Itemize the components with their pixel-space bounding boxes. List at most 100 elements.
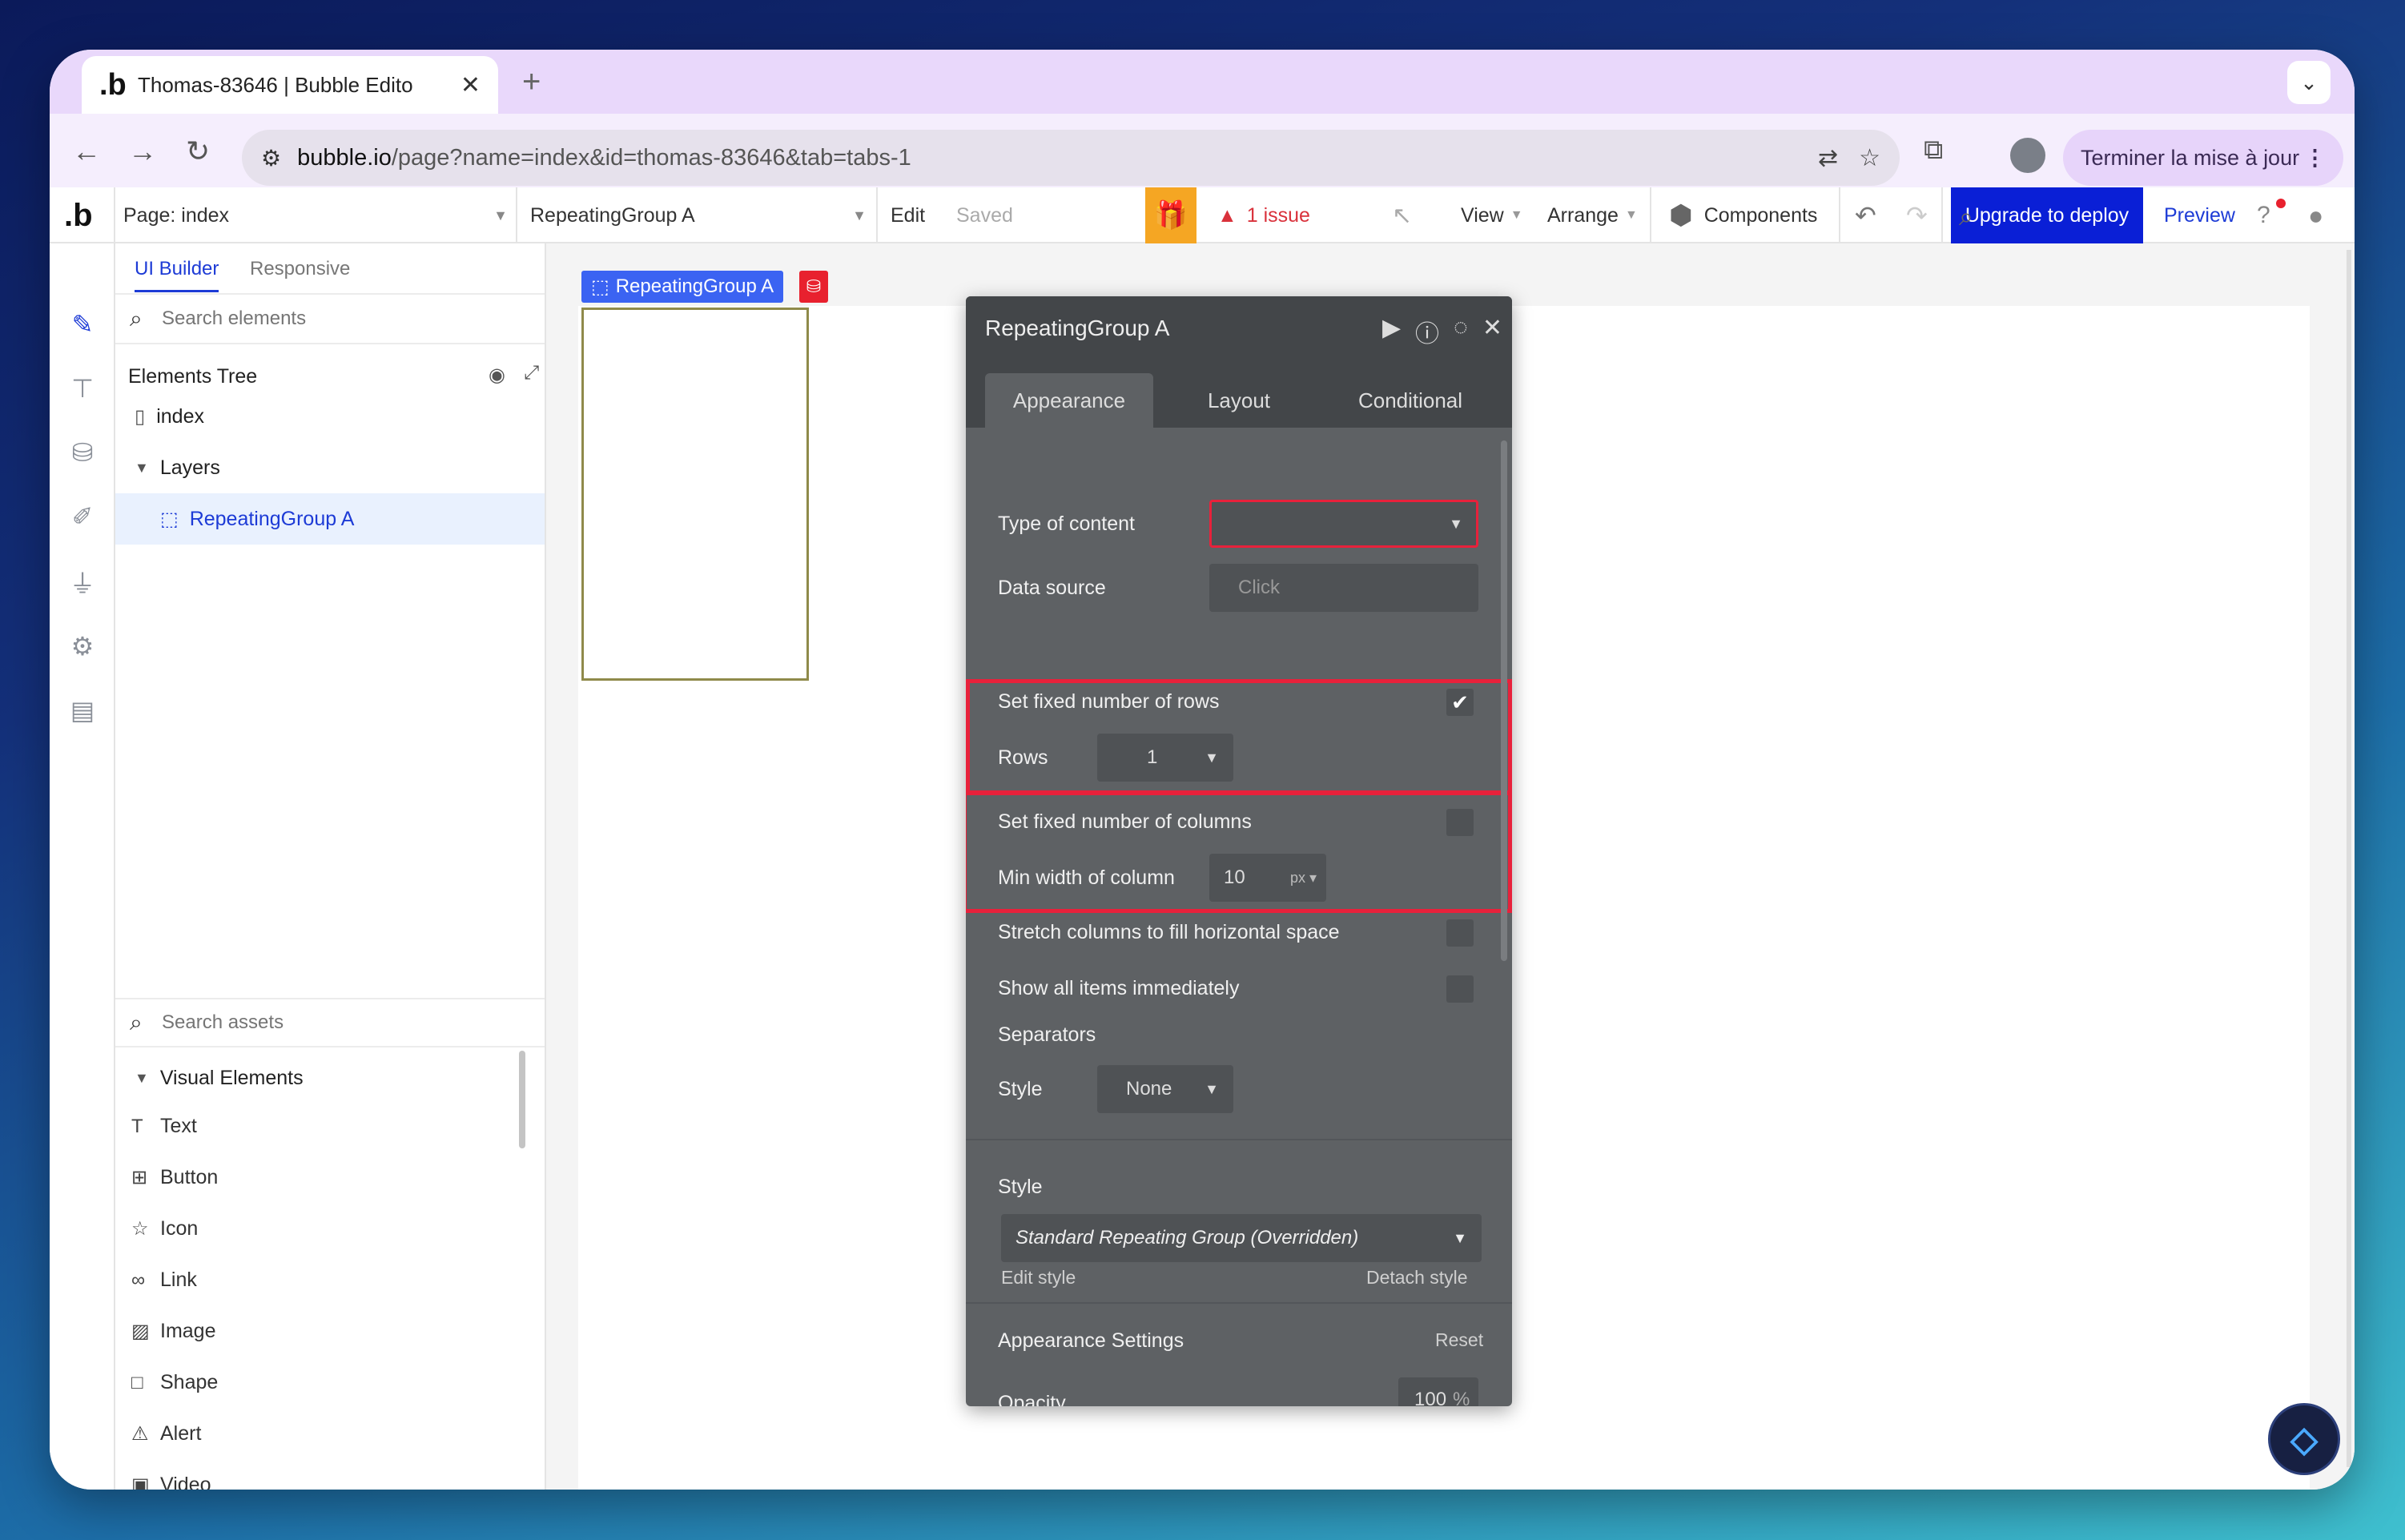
eye-icon[interactable]: ◉: [489, 364, 505, 387]
redo-icon[interactable]: ↷: [1906, 187, 1928, 243]
caret-down-icon[interactable]: ▼: [135, 1070, 149, 1087]
data-icon[interactable]: ⛁: [67, 437, 98, 468]
tree-index-label: index: [156, 404, 204, 428]
plugins-icon[interactable]: ⏚: [67, 567, 98, 598]
fixed-rows-checkbox[interactable]: ✔: [1446, 689, 1474, 716]
visual-element-image[interactable]: ▨ Image: [131, 1320, 215, 1343]
arrange-menu[interactable]: Arrange ▼: [1547, 187, 1638, 243]
unit-selector[interactable]: px ▾: [1290, 870, 1317, 887]
bubble-logo-icon[interactable]: .b: [64, 187, 104, 243]
more-menu-icon[interactable]: ⋮: [2304, 146, 2326, 171]
search-assets-input[interactable]: [162, 1011, 482, 1034]
data-source-field[interactable]: Click: [1209, 564, 1478, 612]
cursor-icon[interactable]: ↖: [1392, 187, 1412, 243]
min-width-input[interactable]: 10 px ▾: [1209, 854, 1326, 902]
style-dropdown[interactable]: Standard Repeating Group (Overridden) ▼: [1001, 1214, 1482, 1262]
visual-element-button[interactable]: ⊞ Button: [131, 1166, 218, 1189]
property-editor-scrollbar[interactable]: [1501, 440, 1507, 961]
help-icon[interactable]: ?: [2257, 187, 2286, 243]
visual-element-link[interactable]: ∞ Link: [131, 1269, 197, 1292]
logs-document-icon[interactable]: ▤: [67, 695, 98, 726]
account-icon[interactable]: ●: [2308, 187, 2323, 243]
issues-button[interactable]: ▲ 1 issue: [1217, 187, 1310, 243]
tab-layout[interactable]: Layout: [1163, 373, 1315, 428]
stretch-columns-checkbox[interactable]: [1446, 919, 1474, 947]
close-icon[interactable]: ✕: [1482, 314, 1502, 349]
visual-element-icon[interactable]: ☆ Icon: [131, 1217, 198, 1240]
canvas-scrollbar[interactable]: [2347, 250, 2351, 1467]
comment-icon[interactable]: ◌: [1454, 314, 1468, 349]
repeating-group-box[interactable]: [581, 308, 809, 681]
address-bar[interactable]: ⚙ bubble.io/page?name=index&id=thomas-83…: [242, 130, 1900, 186]
site-settings-icon[interactable]: ⚙: [261, 145, 281, 171]
reload-icon[interactable]: ↻: [186, 135, 210, 168]
tab-search-chevron-icon[interactable]: ⌄: [2287, 61, 2331, 104]
play-icon[interactable]: ▶: [1382, 314, 1401, 349]
tab-title: Thomas-83646 | Bubble Edito: [138, 72, 413, 97]
cube-icon: ⬢: [1669, 200, 1693, 231]
visual-elements-header[interactable]: ▼ Visual Elements: [115, 1052, 545, 1104]
preview-button[interactable]: Preview: [2164, 187, 2235, 243]
browser-tab[interactable]: .b Thomas-83646 | Bubble Edito ✕: [82, 56, 498, 114]
tab-responsive[interactable]: Responsive: [250, 258, 350, 280]
separator-style-dropdown[interactable]: None ▼: [1097, 1065, 1233, 1113]
visual-element-label: Icon: [160, 1217, 199, 1240]
edit-menu[interactable]: Edit: [891, 187, 925, 243]
workflow-icon[interactable]: ⊤: [67, 373, 98, 404]
tree-layers-label: Layers: [159, 456, 220, 479]
opacity-input[interactable]: 100 %: [1398, 1377, 1478, 1406]
divider: [1650, 187, 1651, 243]
visual-element-shape[interactable]: □ Shape: [131, 1371, 218, 1394]
edit-style-link[interactable]: Edit style: [1001, 1267, 1076, 1289]
design-tab-icon[interactable]: ✎: [67, 309, 98, 340]
detach-style-link[interactable]: Detach style: [1366, 1267, 1468, 1289]
fixed-columns-label: Set fixed number of columns: [998, 810, 1252, 833]
left-panel-scrollbar[interactable]: [519, 1051, 525, 1148]
rows-dropdown[interactable]: 1 ▼: [1097, 734, 1233, 782]
undo-icon[interactable]: ↶: [1855, 187, 1876, 243]
search-elements-input[interactable]: [162, 308, 482, 330]
visual-element-label: Link: [160, 1269, 197, 1291]
visual-element-video[interactable]: ▣ Video: [131, 1474, 211, 1490]
visual-element-text[interactable]: T Text: [131, 1115, 197, 1138]
extensions-icon[interactable]: ⧉: [1924, 135, 1943, 166]
database-icon[interactable]: ⛁: [799, 271, 828, 303]
tab-conditional[interactable]: Conditional: [1326, 373, 1494, 428]
opacity-value: 100: [1414, 1389, 1447, 1406]
page-selector[interactable]: Page: index ▼: [123, 187, 508, 243]
bookmark-star-icon[interactable]: ☆: [1859, 144, 1880, 172]
saved-status: Saved: [956, 187, 1013, 243]
type-of-content-dropdown[interactable]: ▼: [1209, 500, 1478, 548]
reset-link[interactable]: Reset: [1435, 1329, 1483, 1351]
settings-gear-icon[interactable]: ⚙: [67, 631, 98, 661]
forward-icon[interactable]: →: [128, 135, 157, 168]
styles-brush-icon[interactable]: ✐: [67, 501, 98, 532]
repeating-group-icon: ⬚: [160, 508, 179, 530]
fixed-columns-checkbox[interactable]: [1446, 809, 1474, 836]
visual-element-alert[interactable]: ⚠ Alert: [131, 1422, 201, 1446]
expand-icon[interactable]: ⤢: [524, 362, 539, 384]
tab-appearance[interactable]: Appearance: [985, 373, 1153, 428]
profile-avatar[interactable]: [2010, 138, 2045, 173]
gift-icon[interactable]: 🎁: [1145, 187, 1196, 243]
close-tab-icon[interactable]: ✕: [460, 71, 481, 99]
upgrade-button[interactable]: Upgrade to deploy: [1951, 187, 2143, 243]
info-icon[interactable]: ⓘ: [1415, 314, 1439, 349]
components-button[interactable]: ⬢ Components: [1669, 187, 1817, 243]
new-tab-icon[interactable]: +: [522, 64, 541, 100]
caret-down-icon[interactable]: ▼: [135, 460, 149, 476]
tree-item-index[interactable]: ▯ index: [115, 391, 545, 442]
translate-icon[interactable]: ⇄: [1818, 144, 1838, 172]
tab-ui-builder[interactable]: UI Builder: [135, 258, 219, 292]
assistant-fab-icon[interactable]: ◇: [2268, 1403, 2340, 1475]
view-menu[interactable]: View ▼: [1461, 187, 1523, 243]
show-all-checkbox[interactable]: [1446, 975, 1474, 1003]
selected-element-label[interactable]: ⬚ RepeatingGroup A: [581, 271, 784, 303]
tree-item-layers[interactable]: ▼ Layers: [115, 442, 545, 493]
element-selector[interactable]: RepeatingGroup A ▼: [530, 187, 867, 243]
tree-item-repeatinggroup[interactable]: ⬚ RepeatingGroup A: [115, 493, 545, 545]
update-button[interactable]: Terminer la mise à jour ⋮: [2063, 130, 2343, 186]
back-icon[interactable]: ←: [72, 135, 101, 168]
property-editor-header[interactable]: RepeatingGroup A ▶ ⓘ ◌ ✕: [966, 296, 1512, 360]
search-icon[interactable]: ⌕: [1959, 202, 1973, 232]
